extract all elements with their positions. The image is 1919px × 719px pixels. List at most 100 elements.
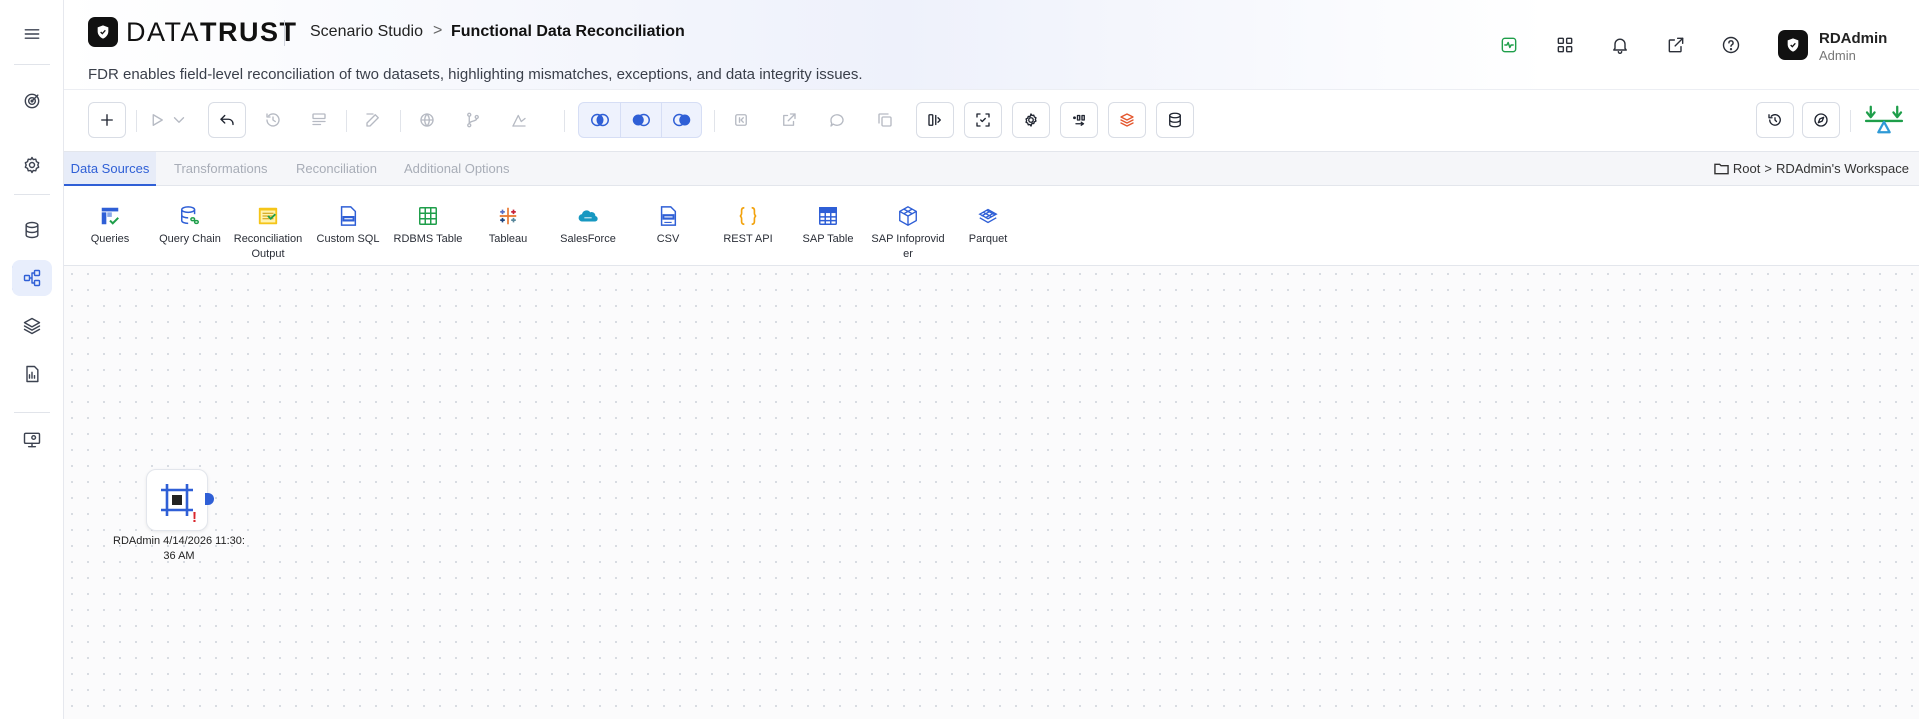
palette-item-sap-infoprovider[interactable]: SAP Infoprovider xyxy=(870,204,946,262)
stack-layers-button[interactable] xyxy=(1108,102,1146,138)
help-icon[interactable] xyxy=(1718,32,1744,58)
add-button[interactable] xyxy=(88,102,126,138)
palette-item-parquet[interactable]: Parquet xyxy=(950,204,1026,247)
salesforce-cloud-icon xyxy=(576,204,600,228)
toolbar-divider xyxy=(714,110,715,132)
skip-start-icon[interactable] xyxy=(722,102,760,138)
brand-logo-text: DATATRUST xyxy=(126,17,298,47)
shield-logo-icon xyxy=(88,17,118,47)
path-root[interactable]: Root xyxy=(1733,161,1760,176)
source-tabs: Data Sources Transformations Reconciliat… xyxy=(64,152,1919,186)
globe-icon[interactable] xyxy=(408,102,446,138)
tab-data-sources[interactable]: Data Sources xyxy=(64,152,156,186)
share-out-icon[interactable] xyxy=(770,102,808,138)
user-role: Admin xyxy=(1819,48,1856,63)
frame-node-icon xyxy=(161,484,193,516)
join-inner-icon[interactable] xyxy=(579,103,620,137)
database-button[interactable] xyxy=(1156,102,1194,138)
parquet-icon xyxy=(976,204,1000,228)
split-view-button[interactable] xyxy=(916,102,954,138)
palette-item-reconciliation-output[interactable]: Reconciliation Output xyxy=(230,204,306,262)
sap-table-icon xyxy=(816,204,840,228)
monitor-settings-icon[interactable] xyxy=(12,422,52,458)
node-label: RDAdmin 4/14/2026 11:30:36 AM xyxy=(113,535,245,562)
run-play-icon[interactable] xyxy=(142,102,172,138)
bell-icon[interactable] xyxy=(1607,32,1633,58)
toolbar-divider xyxy=(346,110,347,132)
palette-item-queries[interactable]: Queries xyxy=(72,204,148,247)
comment-icon[interactable] xyxy=(818,102,856,138)
palette-item-salesforce[interactable]: SalesForce xyxy=(550,204,626,247)
sidebar-divider xyxy=(14,64,50,65)
restore-history-button[interactable] xyxy=(1756,102,1794,138)
data-source-palette: Queries Query Chain Reconciliation Outpu… xyxy=(64,186,1919,266)
branch-icon[interactable] xyxy=(454,102,492,138)
queries-icon xyxy=(98,204,122,228)
workflow-icon[interactable] xyxy=(12,260,52,296)
run-dropdown-chevron-down-icon[interactable] xyxy=(170,102,188,138)
settings-button[interactable] xyxy=(1012,102,1050,138)
workflow-node[interactable] xyxy=(146,469,208,531)
palette-item-sap-table[interactable]: SAP Table xyxy=(790,204,866,247)
avatar[interactable] xyxy=(1778,30,1808,60)
node-output-port[interactable] xyxy=(205,493,214,505)
cube-icon xyxy=(896,204,920,228)
breadcrumb-studio[interactable]: Scenario Studio xyxy=(310,23,423,41)
compass-button[interactable] xyxy=(1802,102,1840,138)
toolbar-divider xyxy=(136,110,137,132)
app-header: DATATRUST Scenario Studio > Functional D… xyxy=(64,0,1919,90)
breadcrumb-separator: > xyxy=(433,22,443,39)
external-link-icon[interactable] xyxy=(1663,32,1689,58)
palette-item-query-chain[interactable]: Query Chain xyxy=(152,204,228,247)
sidebar-divider xyxy=(14,412,50,413)
report-icon[interactable] xyxy=(12,356,52,392)
query-chain-icon xyxy=(178,204,202,228)
list-transform-icon[interactable] xyxy=(300,102,338,138)
balance-scale-icon[interactable] xyxy=(1862,102,1906,138)
braces-icon xyxy=(736,204,760,228)
decimal-format-button[interactable] xyxy=(1060,102,1098,138)
chart-trend-icon[interactable] xyxy=(500,102,538,138)
path-workspace[interactable]: RDAdmin's Workspace xyxy=(1776,161,1909,176)
undo-button[interactable] xyxy=(208,102,246,138)
workspace-breadcrumb: Root > RDAdmin's Workspace xyxy=(1714,161,1909,176)
tab-transformations[interactable]: Transformations xyxy=(168,152,273,186)
sql-file-icon xyxy=(336,204,360,228)
workflow-canvas[interactable]: ! RDAdmin 4/14/2026 11:30:36 AM xyxy=(64,266,1919,719)
join-right-icon[interactable] xyxy=(661,103,702,137)
palette-item-rdbms-table[interactable]: RDBMS Table xyxy=(390,204,466,247)
user-name[interactable]: RDAdmin xyxy=(1819,30,1887,47)
copy-icon[interactable] xyxy=(866,102,904,138)
join-mode-segmented-control xyxy=(578,102,702,138)
node-warning-indicator: ! xyxy=(192,509,197,526)
folder-icon xyxy=(1714,163,1729,175)
tab-reconciliation[interactable]: Reconciliation xyxy=(290,152,383,186)
canvas-toolbar xyxy=(64,90,1919,152)
tableau-icon xyxy=(496,204,520,228)
palette-item-csv[interactable]: CSV xyxy=(630,204,706,247)
database-icon[interactable] xyxy=(12,212,52,248)
menu-icon[interactable] xyxy=(12,16,52,52)
history-icon[interactable] xyxy=(254,102,292,138)
header-divider xyxy=(284,20,285,46)
reconciliation-output-icon xyxy=(256,204,280,228)
target-icon[interactable] xyxy=(12,83,52,119)
page-title: Functional Data Reconciliation xyxy=(451,23,685,40)
palette-item-custom-sql[interactable]: Custom SQL xyxy=(310,204,386,247)
join-left-icon[interactable] xyxy=(620,103,661,137)
toolbar-divider xyxy=(400,110,401,132)
grid-apps-icon[interactable] xyxy=(1552,32,1578,58)
path-separator: > xyxy=(1764,161,1772,176)
tab-additional-options[interactable]: Additional Options xyxy=(398,152,516,186)
palette-item-rest-api[interactable]: REST API xyxy=(710,204,786,247)
table-icon xyxy=(416,204,440,228)
edit-icon[interactable] xyxy=(354,102,392,138)
scan-focus-button[interactable] xyxy=(964,102,1002,138)
layers-icon[interactable] xyxy=(12,308,52,344)
activity-icon[interactable] xyxy=(1496,32,1522,58)
sidebar-divider xyxy=(14,194,50,195)
palette-item-tableau[interactable]: Tableau xyxy=(470,204,546,247)
left-sidebar xyxy=(0,0,64,719)
app-root: DATATRUST Scenario Studio > Functional D… xyxy=(0,0,1919,719)
settings-icon[interactable] xyxy=(12,147,52,183)
